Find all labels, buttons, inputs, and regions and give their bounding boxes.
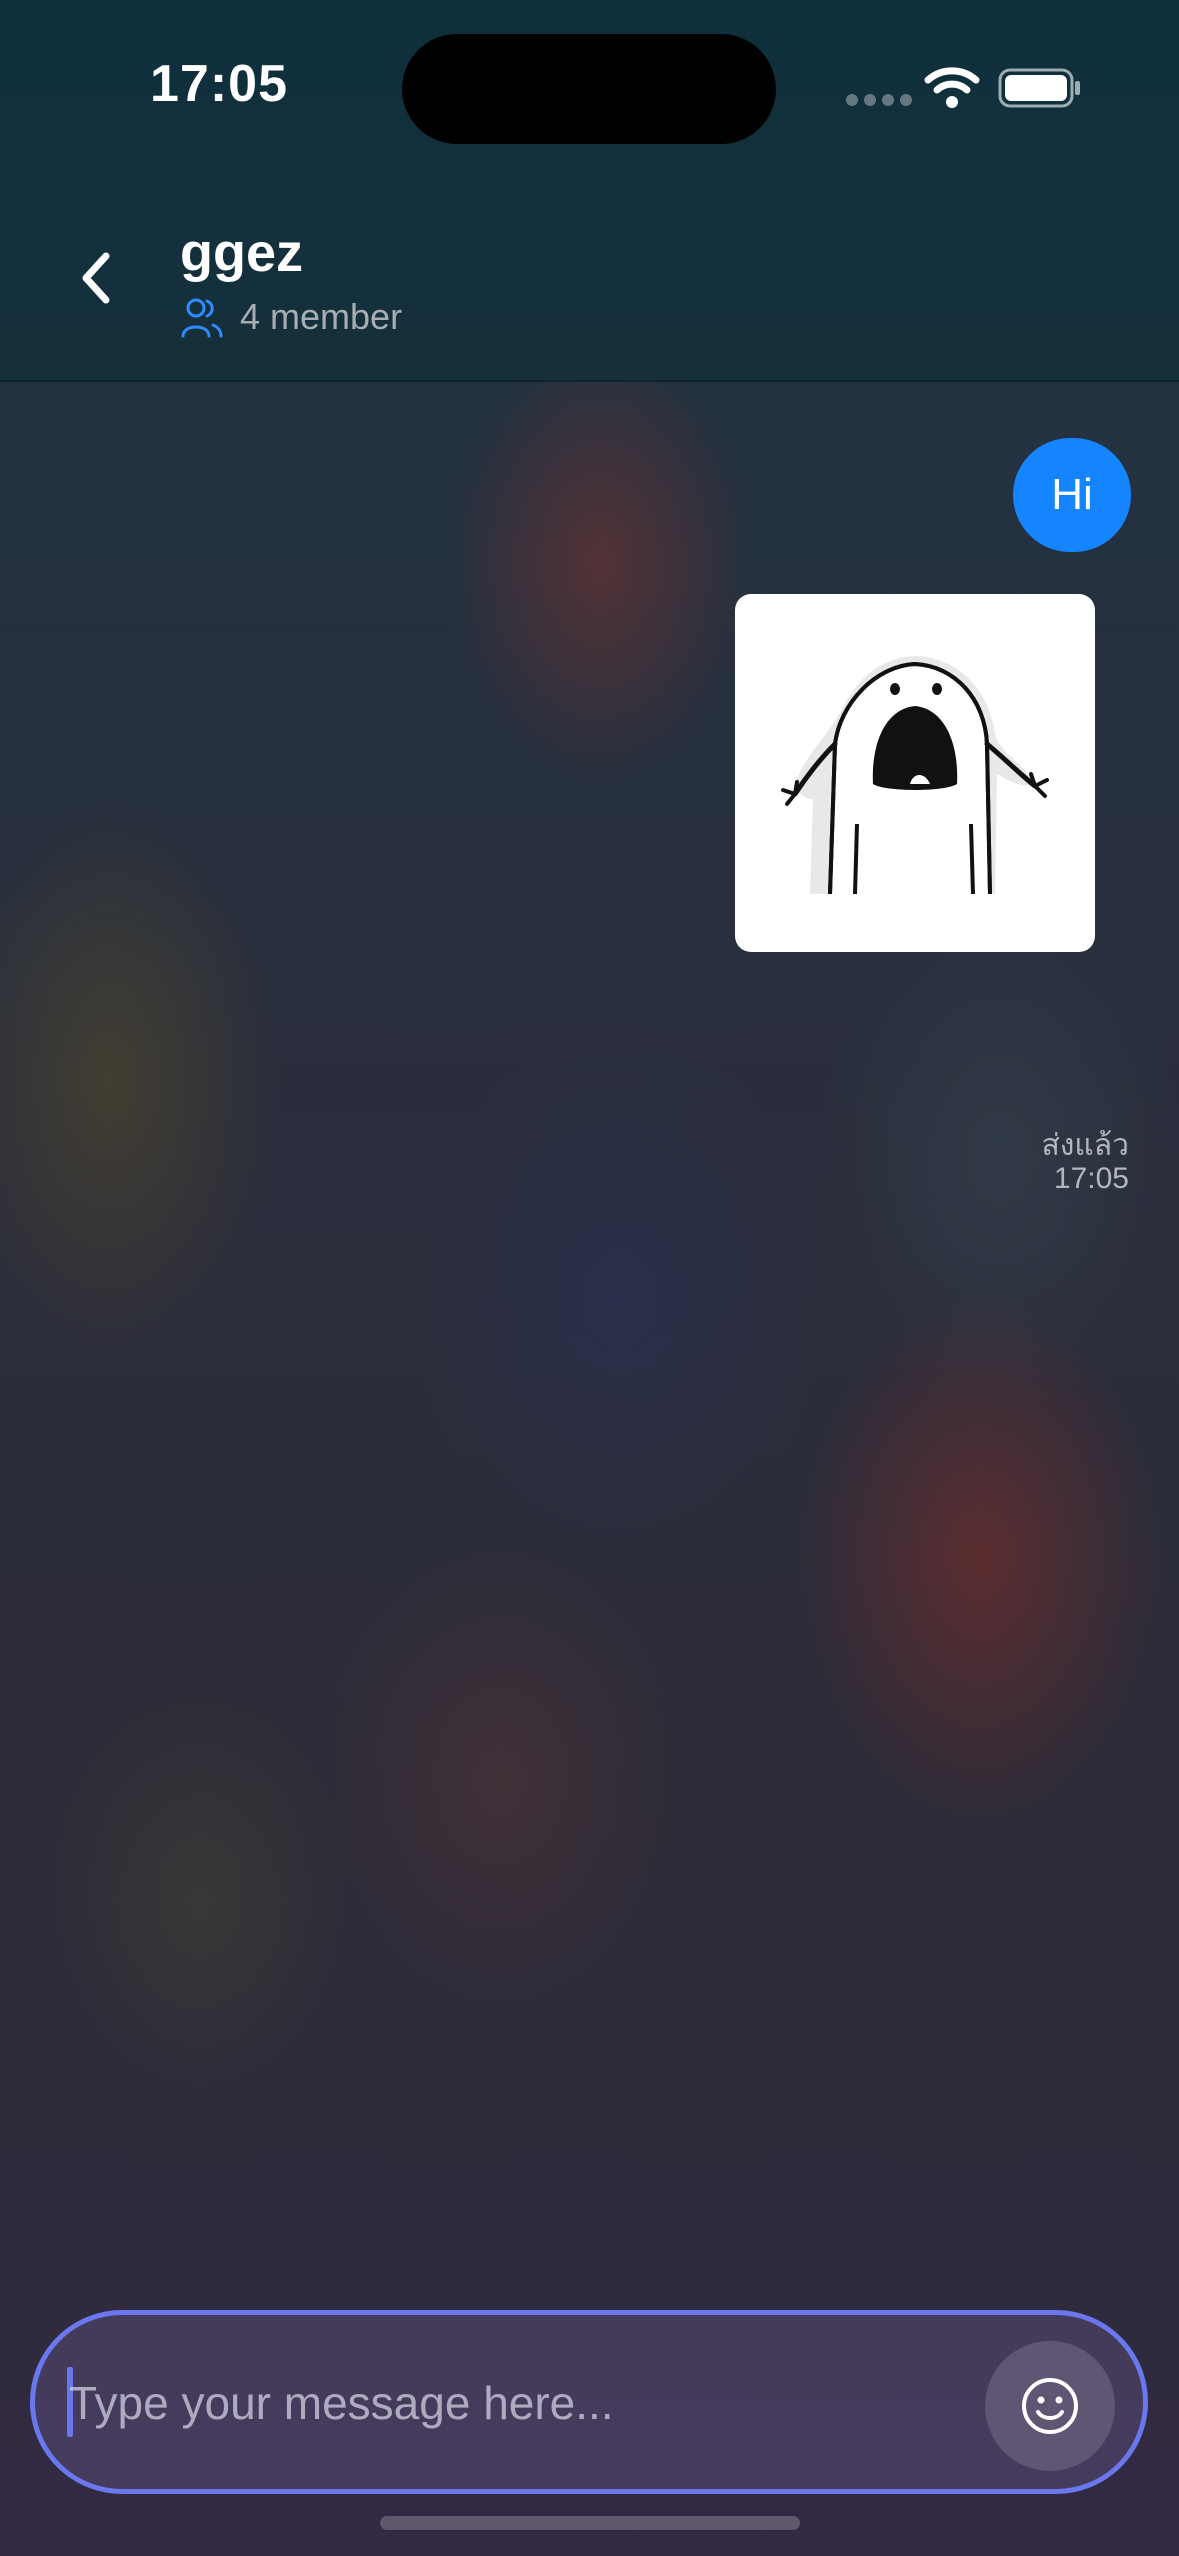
signal-icon — [846, 94, 912, 106]
smiley-icon — [1022, 2378, 1078, 2434]
member-count: 4 member — [240, 296, 403, 337]
back-chevron-icon — [82, 252, 110, 304]
battery-icon — [998, 68, 1080, 108]
home-indicator — [380, 2516, 800, 2530]
message-composer — [30, 2310, 1148, 2494]
emoji-button[interactable] — [985, 2341, 1115, 2471]
chat-header: 17:05 ggez 4 member — [0, 0, 1179, 382]
chat-title: ggez — [180, 223, 304, 283]
chat-background — [0, 0, 1179, 2556]
message-input[interactable] — [69, 2355, 969, 2451]
message-timestamp: 17:05 — [1053, 1162, 1129, 1195]
screaming-ghost-sticker — [781, 656, 1049, 895]
message-bubble[interactable]: Hi — [1013, 438, 1131, 552]
sticker-message[interactable] — [735, 594, 1095, 952]
members-icon — [181, 298, 223, 338]
back-button[interactable] — [70, 242, 126, 314]
wifi-icon — [924, 67, 980, 108]
status-time: 17:05 — [150, 55, 288, 113]
dynamic-island — [402, 34, 776, 144]
